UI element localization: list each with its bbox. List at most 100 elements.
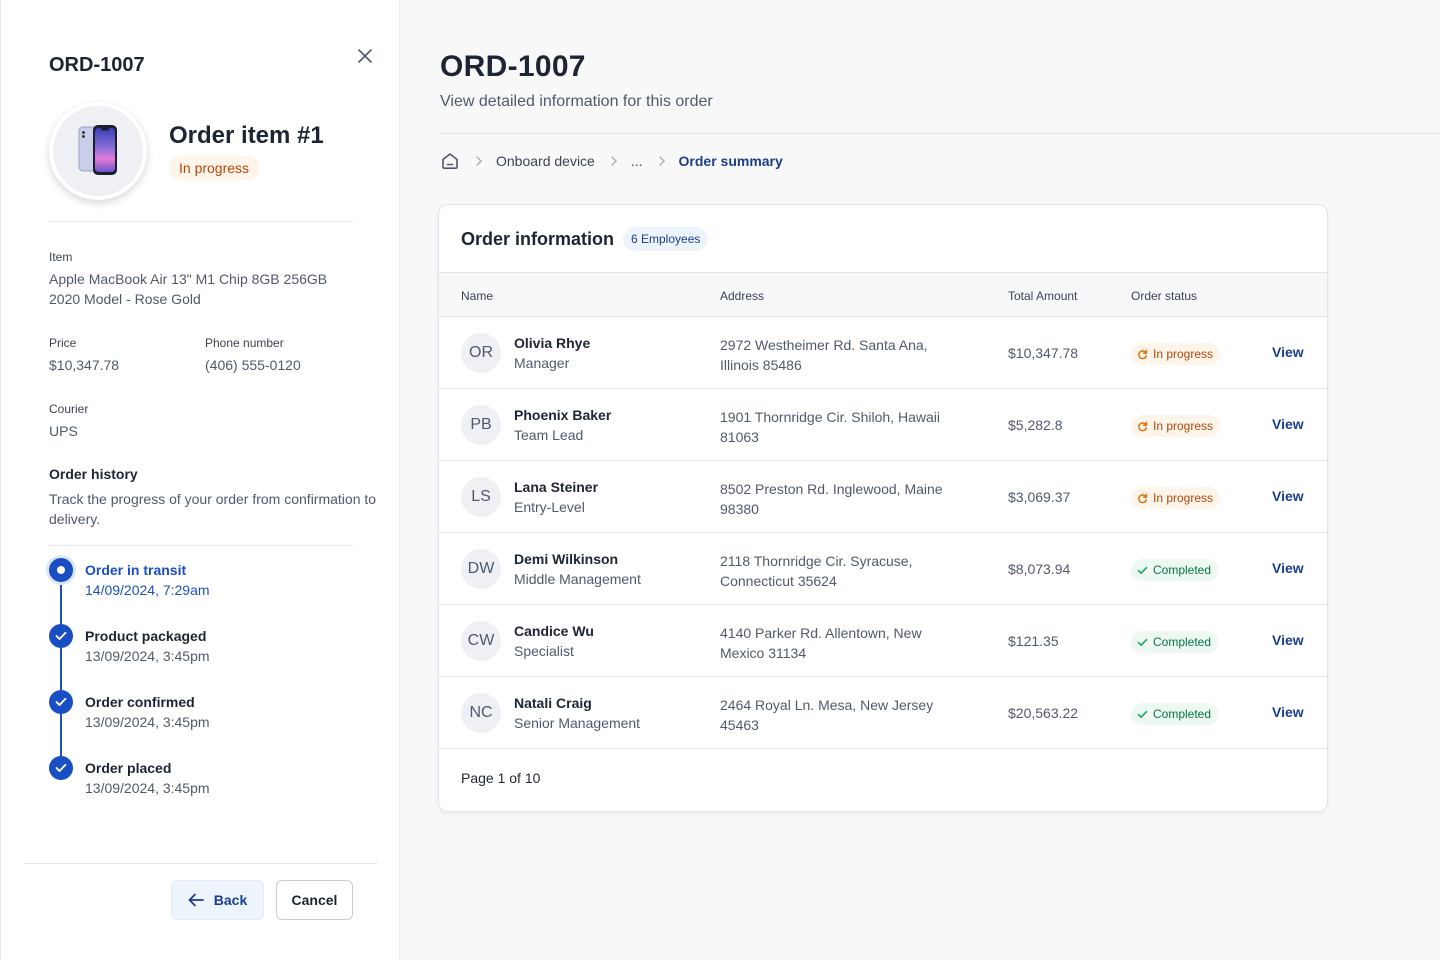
employee-role: Specialist (514, 643, 574, 659)
view-button[interactable]: View (1272, 488, 1304, 504)
timeline-item-title: Product packaged (85, 628, 207, 644)
status-badge: In progress (1131, 487, 1221, 509)
timeline-item: Order placed 13/09/2024, 3:45pm (49, 756, 369, 800)
divider (49, 221, 353, 222)
phone-value: (406) 555-0120 (205, 357, 301, 373)
page-title: ORD-1007 (440, 50, 586, 83)
divider (49, 545, 353, 546)
check-icon (1137, 566, 1148, 574)
status-badge: Completed (1131, 559, 1219, 581)
employee-name: Candice Wu (514, 623, 594, 639)
chevron-right-icon (476, 156, 482, 166)
status-badge: In progress (1131, 415, 1221, 437)
avatar: OR (461, 333, 501, 373)
employee-role: Entry-Level (514, 499, 585, 515)
view-button[interactable]: View (1272, 632, 1304, 648)
refresh-icon (1138, 349, 1148, 359)
current-step-icon (49, 558, 73, 582)
breadcrumb-ellipsis[interactable]: ... (631, 153, 643, 169)
courier-value: UPS (49, 423, 78, 439)
phone-label: Phone number (205, 336, 284, 350)
timeline-item-date: 13/09/2024, 3:45pm (85, 648, 210, 664)
timeline-item-date: 13/09/2024, 3:45pm (85, 714, 210, 730)
cancel-button[interactable]: Cancel (276, 880, 353, 920)
employee-address: 2118 Thornridge Cir. Syracuse, Connectic… (720, 553, 913, 589)
employee-address: 1901 Thornridge Cir. Shiloh, Hawaii 8106… (720, 409, 940, 445)
table-row: LS Lana Steiner Entry-Level 8502 Preston… (439, 461, 1327, 533)
price-value: $10,347.78 (49, 357, 120, 373)
back-button-label: Back (213, 892, 248, 908)
view-button[interactable]: View (1272, 704, 1304, 720)
timeline-item: Product packaged 13/09/2024, 3:45pm (49, 624, 369, 668)
refresh-icon (1138, 421, 1148, 431)
employee-name: Olivia Rhye (514, 335, 591, 351)
check-circle-icon (49, 624, 73, 648)
check-icon (1137, 710, 1148, 718)
page-subtitle: View detailed information for this order (440, 93, 713, 110)
total-amount: $5,282.8 (1008, 417, 1063, 433)
view-button[interactable]: View (1272, 344, 1304, 360)
total-amount: $10,347.78 (1008, 345, 1079, 361)
employee-role: Middle Management (514, 571, 641, 587)
avatar: NC (461, 693, 501, 733)
employee-count-badge: 6 Employees (623, 227, 709, 251)
breadcrumb-item-onboard-device[interactable]: Onboard device (496, 153, 595, 169)
view-button[interactable]: View (1272, 560, 1304, 576)
status-badge: Completed (1131, 703, 1219, 725)
column-header-order-status: Order status (1131, 289, 1198, 303)
order-information-card: Order information 6 Employees Name Addre… (438, 204, 1328, 812)
status-text: Completed (1153, 707, 1212, 721)
product-image (49, 102, 147, 200)
avatar: PB (461, 405, 501, 445)
avatar: DW (461, 549, 501, 589)
home-icon (442, 153, 458, 169)
back-button[interactable]: Back (171, 880, 264, 920)
arrow-left-icon (188, 893, 204, 907)
timeline-item-date: 13/09/2024, 3:45pm (85, 780, 210, 796)
employee-name: Demi Wilkinson (514, 551, 619, 567)
table-row: DW Demi Wilkinson Middle Management 2118… (439, 533, 1327, 605)
column-header-address: Address (720, 289, 765, 303)
order-detail-drawer: ORD-1007 Order item #1 In progress Item … (0, 0, 400, 960)
chevron-right-icon (658, 156, 665, 166)
table-row: NC Natali Craig Senior Management 2464 R… (439, 677, 1327, 749)
employee-name: Phoenix Baker (514, 407, 612, 423)
employee-name: Lana Steiner (514, 479, 599, 495)
item-value: Apple MacBook Air 13" M1 Chip 8GB 256GB … (49, 271, 328, 307)
header-divider (440, 133, 1440, 134)
status-text: Completed (1153, 563, 1212, 577)
breadcrumb: Onboard device ... Order summary (440, 148, 783, 174)
status-text: In progress (1153, 347, 1214, 361)
avatar: LS (461, 477, 501, 517)
employee-address: 4140 Parker Rd. Allentown, New Mexico 31… (720, 625, 922, 661)
avatar: CW (461, 621, 501, 661)
order-item-title: Order item #1 (169, 122, 324, 149)
breadcrumb-home[interactable] (440, 148, 460, 174)
timeline-item-title: Order confirmed (85, 694, 195, 710)
drawer-title: ORD-1007 (49, 54, 145, 76)
table-header: Name Address Total Amount Order status (439, 272, 1327, 317)
order-item-status-badge: In progress (169, 156, 260, 180)
check-icon (1137, 638, 1148, 646)
table-row: CW Candice Wu Specialist 4140 Parker Rd.… (439, 605, 1327, 677)
employee-role: Team Lead (514, 427, 584, 443)
close-icon (358, 49, 372, 63)
close-button[interactable] (353, 44, 377, 68)
refresh-icon (1138, 493, 1148, 503)
column-header-total-amount: Total Amount (1008, 289, 1078, 303)
status-badge: Completed (1131, 631, 1219, 653)
pagination-text: Page 1 of 10 (461, 770, 541, 786)
courier-label: Courier (49, 402, 89, 416)
timeline-item-date: 14/09/2024, 7:29am (85, 582, 210, 598)
status-text: In progress (1153, 491, 1214, 505)
column-header-name: Name (461, 289, 494, 303)
check-circle-icon (49, 690, 73, 714)
breadcrumb-item-order-summary[interactable]: Order summary (679, 153, 783, 169)
table-row: PB Phoenix Baker Team Lead 1901 Thornrid… (439, 389, 1327, 461)
timeline-item-title: Order in transit (85, 562, 187, 578)
status-text: Completed (1153, 635, 1212, 649)
cancel-button-label: Cancel (291, 892, 338, 908)
timeline-item: Order confirmed 13/09/2024, 3:45pm (49, 690, 369, 734)
view-button[interactable]: View (1272, 416, 1304, 432)
total-amount: $121.35 (1008, 633, 1059, 649)
